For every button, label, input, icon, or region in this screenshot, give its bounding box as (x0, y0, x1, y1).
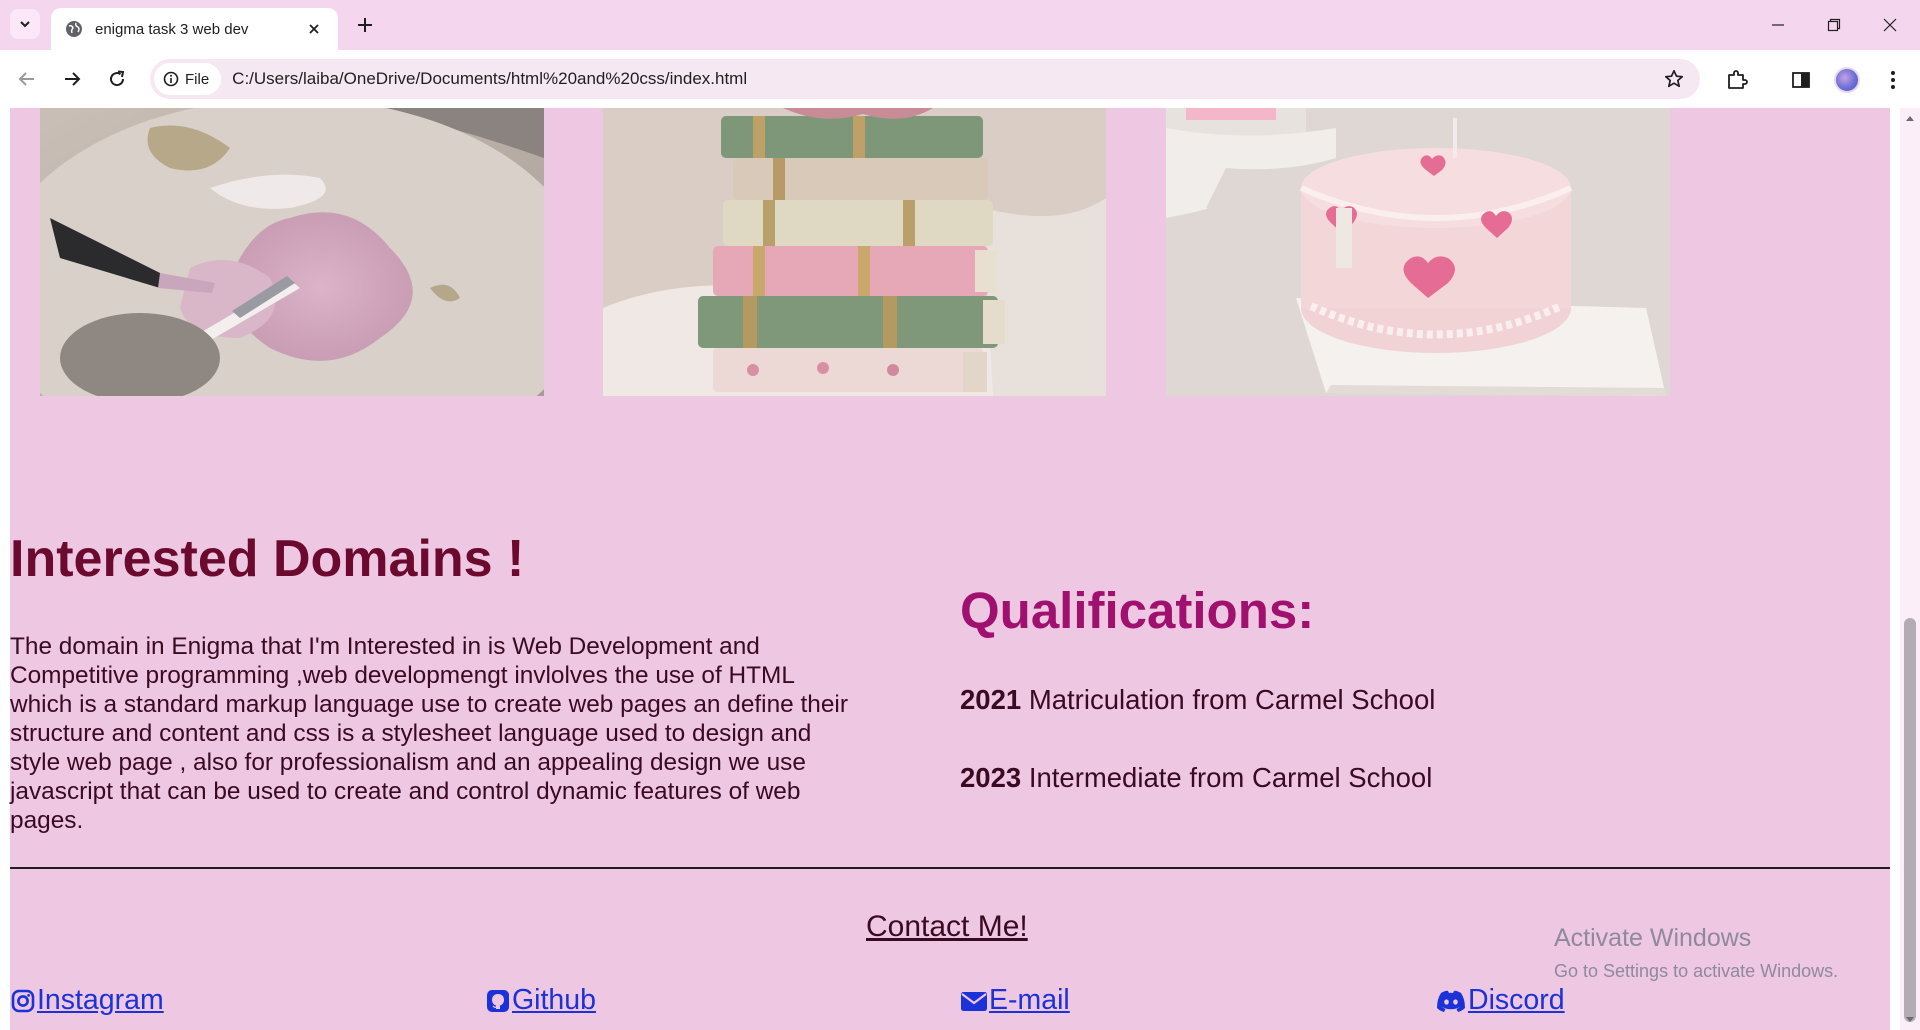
watermark-subtitle: Go to Settings to activate Windows. (1554, 961, 1839, 981)
side-panel-icon (1792, 72, 1810, 88)
arrow-left-icon (18, 72, 34, 86)
close-window-button[interactable] (1862, 8, 1918, 42)
minimize-icon (1772, 24, 1784, 26)
contact-heading-link[interactable]: Contact Me! (866, 910, 1028, 944)
plus-icon (358, 18, 372, 32)
scroll-up-arrow-icon[interactable] (1904, 112, 1916, 124)
tab-search-button[interactable] (10, 9, 40, 39)
watermark-title: Activate Windows (1554, 924, 1752, 952)
qualification-year: 2021 (960, 684, 1022, 715)
star-icon (1664, 69, 1684, 88)
chevron-down-icon (20, 21, 30, 28)
info-icon (163, 71, 179, 87)
qualification-item: 2023 Intermediate from Carmel School (960, 762, 1432, 794)
qualifications-heading: Qualifications: (960, 582, 1315, 639)
discord-label: Discord (1468, 984, 1565, 1016)
email-link[interactable]: E-mail (960, 984, 1070, 1017)
qualification-year: 2023 (960, 762, 1022, 793)
side-panel-button[interactable] (1784, 63, 1818, 97)
more-vertical-icon (1891, 71, 1895, 89)
instagram-link[interactable]: Instagram (10, 984, 164, 1017)
restore-button[interactable] (1806, 8, 1862, 42)
globe-icon (66, 21, 82, 37)
page-scrollbar[interactable] (1900, 108, 1920, 1030)
arrow-right-icon (65, 72, 81, 86)
page-body: Interested Domains ! The domain in Enigm… (10, 108, 1890, 1030)
forward-button[interactable] (57, 64, 87, 94)
github-link[interactable]: Github (485, 984, 596, 1017)
address-bar[interactable]: File C:/Users/laiba/OneDrive/Documents/h… (150, 59, 1700, 99)
qualification-text: Matriculation from Carmel School (1021, 684, 1436, 715)
profile-button[interactable] (1830, 63, 1864, 97)
github-icon (485, 988, 511, 1014)
scrollbar-thumb[interactable] (1904, 618, 1916, 1022)
discord-icon (1435, 988, 1467, 1014)
close-tab-icon[interactable] (304, 19, 324, 39)
new-tab-button[interactable] (352, 12, 378, 38)
bookmark-button[interactable] (1654, 59, 1694, 99)
domains-heading: Interested Domains ! (10, 530, 525, 588)
tab-title: enigma task 3 web dev (95, 20, 249, 38)
github-label: Github (512, 984, 596, 1016)
gallery-image-paint (40, 108, 544, 396)
email-label: E-mail (989, 984, 1070, 1016)
chip-label: File (185, 70, 210, 88)
page-viewport: Interested Domains ! The domain in Enigm… (0, 108, 1900, 1030)
close-icon (1883, 18, 1897, 32)
extensions-button[interactable] (1720, 63, 1754, 97)
activate-windows-watermark: Activate Windows Go to Settings to activ… (1554, 924, 1838, 982)
browser-toolbar: File C:/Users/laiba/OneDrive/Documents/h… (0, 50, 1920, 108)
envelope-icon (960, 988, 988, 1014)
scroll-down-arrow-icon[interactable] (1904, 1014, 1916, 1026)
url-text[interactable]: C:/Users/laiba/OneDrive/Documents/html%2… (232, 69, 1654, 89)
gallery-image-books (603, 108, 1106, 396)
avatar (1834, 67, 1860, 93)
discord-link[interactable]: Discord (1435, 984, 1565, 1017)
reload-button[interactable] (102, 64, 132, 94)
instagram-label: Instagram (37, 984, 164, 1016)
tab-strip: enigma task 3 web dev (0, 0, 1920, 50)
active-tab[interactable]: enigma task 3 web dev (51, 8, 338, 50)
restore-icon (1827, 18, 1841, 32)
section-divider (10, 867, 1890, 869)
instagram-icon (10, 988, 36, 1014)
menu-button[interactable] (1876, 63, 1910, 97)
puzzle-icon (1728, 70, 1748, 89)
domains-paragraph: The domain in Enigma that I'm Interested… (10, 633, 848, 834)
back-button[interactable] (12, 64, 42, 94)
reload-icon (110, 70, 125, 87)
qualification-text: Intermediate from Carmel School (1021, 762, 1433, 793)
minimize-button[interactable] (1750, 8, 1806, 42)
site-info-chip[interactable]: File (154, 63, 222, 95)
gallery-image-cake (1166, 108, 1670, 396)
qualification-item: 2021 Matriculation from Carmel School (960, 684, 1435, 716)
